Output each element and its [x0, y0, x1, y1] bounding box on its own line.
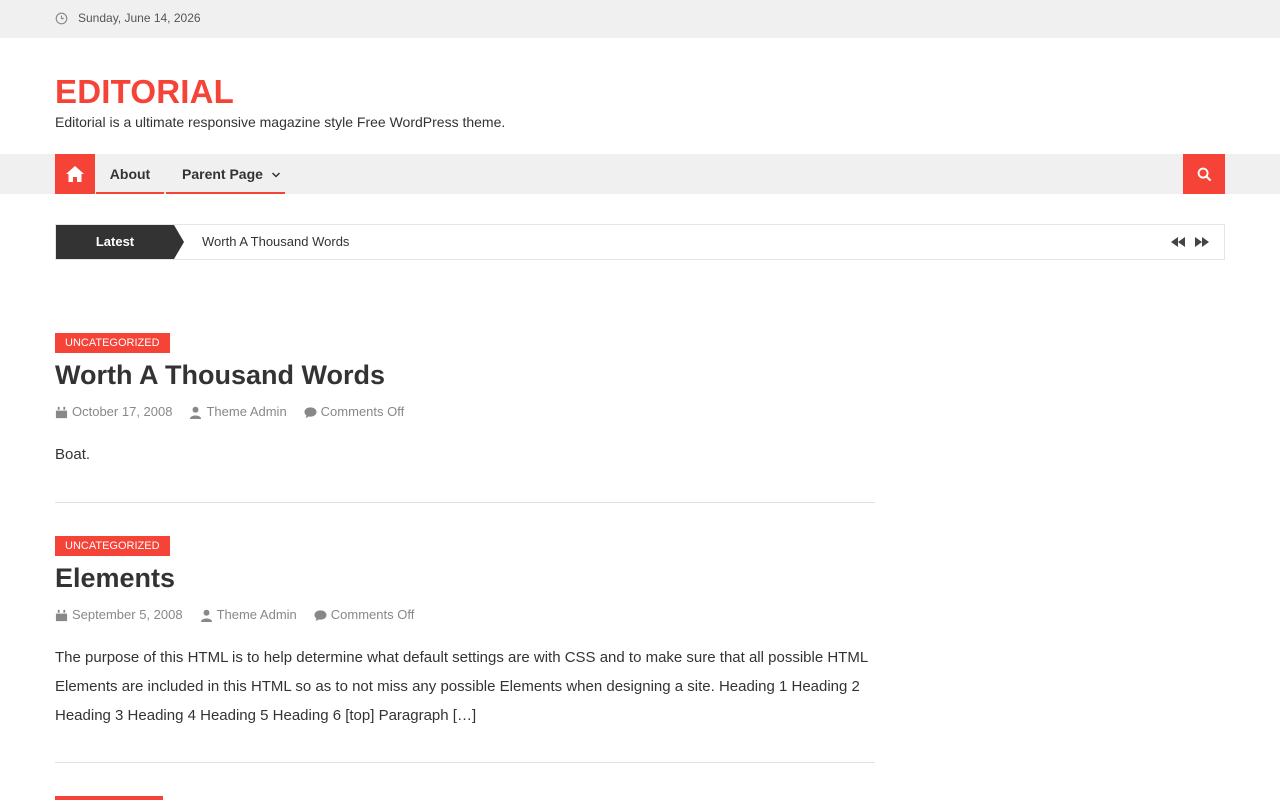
post-author-text: Theme Admin	[206, 404, 287, 419]
user-icon	[200, 609, 212, 622]
user-icon	[190, 406, 202, 419]
search-icon	[1197, 167, 1211, 181]
post-comments: Comments Off	[304, 403, 405, 421]
post-date[interactable]: October 17, 2008	[55, 403, 172, 421]
post-date-text: September 5, 2008	[72, 607, 183, 622]
post-divider	[55, 502, 875, 503]
post-meta: October 17, 2008 Theme Admin Comments Of…	[55, 403, 875, 421]
category-badge[interactable]	[55, 796, 163, 800]
post-date-text: October 17, 2008	[72, 404, 173, 419]
category-badge[interactable]: UNCATEGORIZED	[55, 333, 170, 353]
post-comments-text: Comments Off	[330, 607, 415, 622]
date-display: Sunday, June 14, 2026	[55, 11, 201, 26]
nav-item-about[interactable]: About	[96, 154, 164, 194]
main-navigation: About Parent Page	[0, 154, 1280, 194]
post-article: UNCATEGORIZED Elements September 5, 2008…	[55, 536, 875, 730]
top-bar: Sunday, June 14, 2026	[0, 0, 1280, 38]
home-button[interactable]	[55, 154, 95, 194]
nav-item-label: Parent Page	[182, 166, 263, 182]
clock-icon	[55, 12, 68, 25]
post-title[interactable]: Elements	[55, 561, 875, 595]
post-comments-text: Comments Off	[320, 404, 405, 419]
post-divider	[55, 762, 875, 763]
ticker-label: Latest	[56, 225, 174, 259]
calendar-icon	[55, 609, 68, 621]
news-ticker: Latest Worth A Thousand Words	[55, 224, 1225, 260]
post-comments: Comments Off	[314, 606, 415, 624]
rewind-icon[interactable]	[1170, 235, 1186, 249]
site-title[interactable]: EDITORIAL	[55, 72, 234, 112]
post-date[interactable]: September 5, 2008	[55, 606, 183, 624]
nav-item-parent-page[interactable]: Parent Page	[166, 154, 285, 194]
post-author[interactable]: Theme Admin	[200, 606, 297, 624]
comment-icon	[304, 406, 317, 418]
post-meta: September 5, 2008 Theme Admin Comments O…	[55, 606, 875, 624]
post-author-text: Theme Admin	[216, 607, 297, 622]
post-author[interactable]: Theme Admin	[189, 403, 287, 421]
comment-icon	[314, 609, 327, 621]
chevron-down-icon	[271, 172, 280, 178]
post-excerpt: The purpose of this HTML is to help dete…	[55, 649, 868, 724]
category-badge[interactable]: UNCATEGORIZED	[55, 536, 170, 556]
site-description: Editorial is a ultimate responsive magaz…	[55, 114, 506, 130]
search-button[interactable]	[1183, 154, 1225, 194]
ticker-item[interactable]: Worth A Thousand Words	[202, 225, 349, 259]
post-article: UNCATEGORIZED Worth A Thousand Words Oct…	[55, 333, 875, 469]
home-icon	[66, 166, 84, 182]
fast-forward-icon[interactable]	[1194, 235, 1210, 249]
calendar-icon	[55, 406, 68, 418]
current-date: Sunday, June 14, 2026	[78, 11, 201, 25]
nav-item-label: About	[109, 166, 151, 182]
post-excerpt: Boat.	[55, 446, 91, 463]
post-title[interactable]: Worth A Thousand Words	[55, 358, 875, 392]
ticker-label-arrow	[174, 225, 184, 259]
